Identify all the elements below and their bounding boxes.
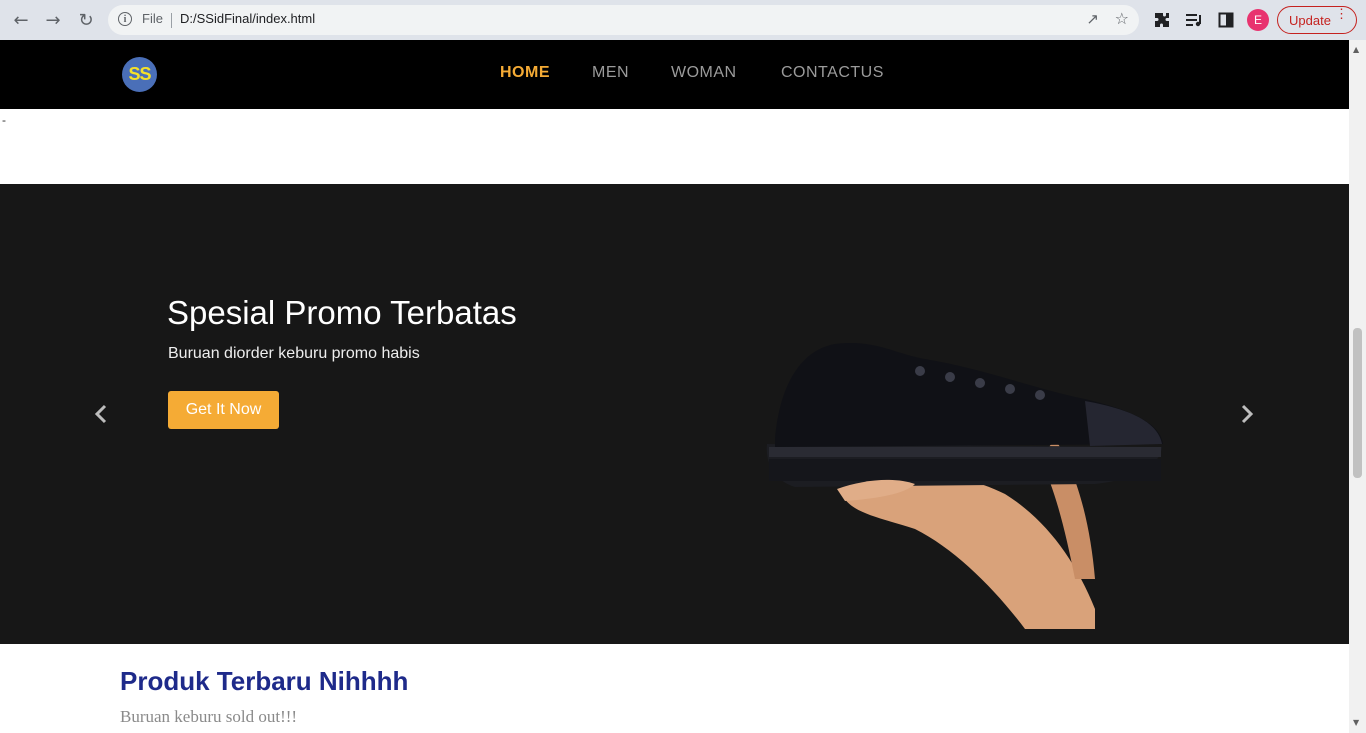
address-bar[interactable]: i File D:/SSidFinal/index.html ↗ ☆: [108, 5, 1139, 35]
share-icon[interactable]: ↗: [1086, 10, 1099, 28]
carousel-prev-icon[interactable]: [89, 400, 113, 428]
bookmark-star-icon[interactable]: ☆: [1115, 9, 1129, 28]
site-logo[interactable]: SS: [122, 57, 157, 92]
hero-title: Spesial Promo Terbatas: [167, 294, 517, 331]
page-scrollbar[interactable]: ▲ ▼: [1349, 40, 1366, 733]
forward-arrow-icon[interactable]: →: [41, 8, 65, 32]
more-menu-icon[interactable]: ⋮: [1335, 7, 1348, 20]
scroll-down-arrow-icon[interactable]: ▼: [1353, 718, 1359, 727]
carousel-next-icon[interactable]: [1235, 400, 1259, 428]
profile-avatar[interactable]: E: [1247, 9, 1269, 31]
stray-text: -: [2, 113, 6, 127]
scheme-label: File: [142, 11, 163, 26]
nav-home[interactable]: HOME: [500, 64, 550, 82]
hero-subtitle: Buruan diorder keburu promo habis: [168, 345, 420, 362]
update-button[interactable]: Update ⋮: [1277, 6, 1357, 34]
back-arrow-icon[interactable]: ←: [9, 8, 33, 32]
get-it-now-button[interactable]: Get It Now: [168, 391, 279, 429]
logo-text: SS: [128, 64, 151, 84]
scroll-thumb[interactable]: [1353, 328, 1362, 478]
side-panel-icon[interactable]: [1215, 9, 1237, 31]
products-subheading: Buruan keburu sold out!!!: [120, 707, 298, 726]
extensions-puzzle-icon[interactable]: [1151, 9, 1173, 31]
site-info-icon[interactable]: i: [118, 12, 132, 26]
browser-toolbar: ← → ↻ i File D:/SSidFinal/index.html ↗ ☆…: [0, 0, 1366, 40]
hero-carousel: Spesial Promo Terbatas Buruan diorder ke…: [0, 184, 1349, 644]
address-divider: [171, 13, 172, 28]
url-text[interactable]: D:/SSidFinal/index.html: [180, 11, 315, 26]
media-queue-icon[interactable]: [1183, 9, 1205, 31]
site-navbar: SS HOME MEN WOMAN CONTACTUS: [0, 40, 1349, 109]
nav-men[interactable]: MEN: [592, 64, 629, 82]
sneaker-hand-image: [766, 342, 1163, 629]
reload-icon[interactable]: ↻: [74, 8, 98, 32]
update-label: Update: [1289, 12, 1331, 28]
scroll-up-arrow-icon[interactable]: ▲: [1353, 45, 1359, 54]
products-heading: Produk Terbaru Nihhhh: [120, 666, 409, 696]
nav-contactus[interactable]: CONTACTUS: [781, 64, 884, 82]
nav-woman[interactable]: WOMAN: [671, 64, 737, 82]
